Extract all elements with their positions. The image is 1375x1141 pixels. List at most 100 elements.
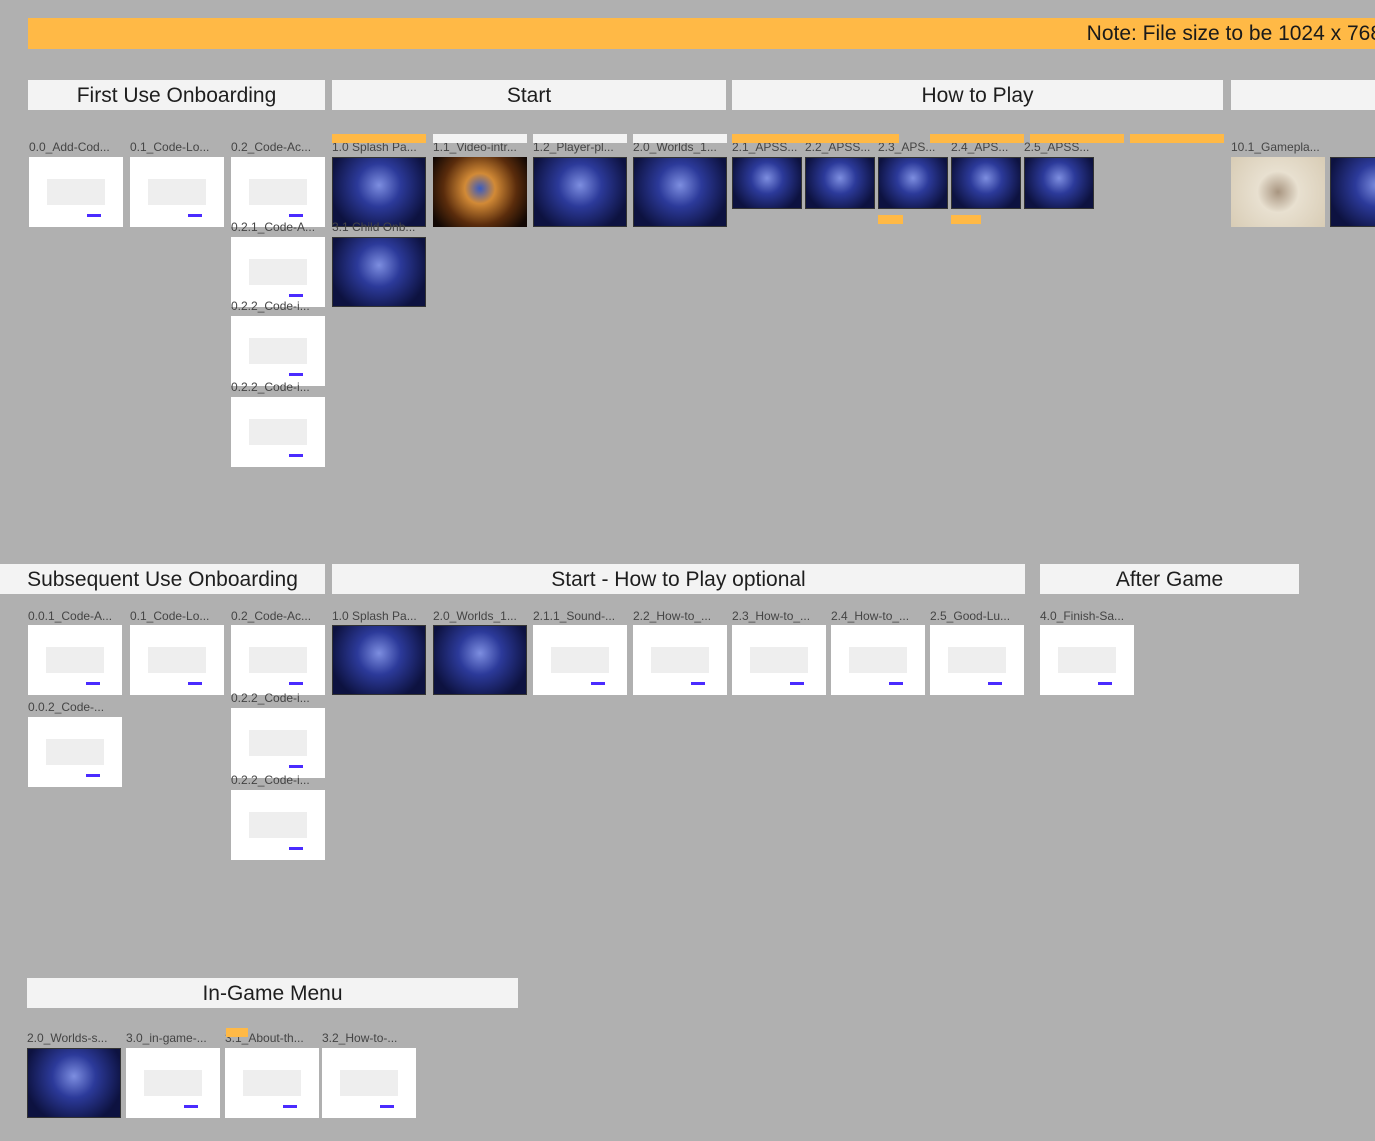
frame-label[interactable]: 2.2_How-to_...	[633, 609, 711, 623]
frame-label[interactable]: 0.2_Code-Ac...	[231, 609, 311, 623]
frame-label[interactable]: 0.0.2_Code-...	[28, 700, 104, 714]
frame-thumbnail[interactable]	[231, 625, 325, 695]
section-header: In-Game Menu	[27, 978, 518, 1008]
sticky-note[interactable]	[805, 134, 899, 143]
primary-button-mock	[86, 682, 100, 685]
frame-thumbnail[interactable]	[126, 1048, 220, 1118]
frame-label[interactable]: 0.1_Code-Lo...	[130, 609, 209, 623]
section-header: How to Play	[732, 80, 1223, 110]
frame-thumbnail[interactable]	[433, 625, 527, 695]
primary-button-mock	[289, 214, 303, 217]
dialog-card	[249, 419, 307, 445]
frame-thumbnail[interactable]	[951, 157, 1021, 209]
primary-button-mock	[889, 682, 903, 685]
frame-label[interactable]: 2.0_Worlds_1...	[433, 609, 517, 623]
sticky-note[interactable]	[1130, 134, 1224, 143]
frame-thumbnail[interactable]	[231, 708, 325, 778]
frame-label[interactable]: 1.0 Splash Pa...	[332, 609, 417, 623]
sticky-note[interactable]	[332, 134, 426, 143]
frame-thumbnail[interactable]	[533, 157, 627, 227]
frame-thumbnail[interactable]	[332, 237, 426, 307]
frame-thumbnail[interactable]	[28, 625, 122, 695]
frame-label[interactable]: 10.1_Gamepla...	[1231, 140, 1320, 154]
dialog-card	[750, 647, 808, 673]
dialog-card	[651, 647, 709, 673]
frame-thumbnail[interactable]	[831, 625, 925, 695]
dialog-card	[340, 1070, 398, 1096]
frame-thumbnail[interactable]	[29, 157, 123, 227]
dialog-card	[46, 739, 104, 765]
frame-thumbnail[interactable]	[1024, 157, 1094, 209]
frame-label[interactable]: 2.0_Worlds-s...	[27, 1031, 107, 1045]
frame-thumbnail[interactable]	[27, 1048, 121, 1118]
frame-thumbnail[interactable]	[633, 625, 727, 695]
section-header: Subsequent Use Onboarding	[0, 564, 325, 594]
frame-label[interactable]: 0.2.2_Code-i...	[231, 691, 310, 705]
sticky-note[interactable]	[533, 134, 627, 143]
sticky-note[interactable]	[633, 134, 727, 143]
frame-thumbnail[interactable]	[533, 625, 627, 695]
frame-label[interactable]: 4.0_Finish-Sa...	[1040, 609, 1124, 623]
frame-thumbnail[interactable]	[231, 397, 325, 467]
primary-button-mock	[188, 214, 202, 217]
frame-thumbnail[interactable]	[231, 157, 325, 227]
primary-button-mock	[289, 454, 303, 457]
frame-label[interactable]: 0.0.1_Code-A...	[28, 609, 112, 623]
dialog-card	[249, 338, 307, 364]
frame-label[interactable]: 2.1.1_Sound-...	[533, 609, 615, 623]
frame-thumbnail[interactable]	[28, 717, 122, 787]
section-header: Start	[332, 80, 726, 110]
frame-thumbnail[interactable]	[732, 157, 802, 209]
frame-thumbnail[interactable]	[130, 625, 224, 695]
frame-label[interactable]: 0.1_Code-Lo...	[130, 140, 209, 154]
frame-thumbnail[interactable]	[633, 157, 727, 227]
dialog-card	[849, 647, 907, 673]
frame-thumbnail[interactable]	[878, 157, 948, 209]
sticky-note[interactable]	[951, 215, 981, 224]
frame-thumbnail[interactable]	[231, 237, 325, 307]
frame-thumbnail[interactable]	[332, 157, 426, 227]
frame-label[interactable]: 3.2_How-to-...	[322, 1031, 397, 1045]
dialog-card	[249, 647, 307, 673]
frame-label[interactable]: 2.5_Good-Lu...	[930, 609, 1010, 623]
dialog-card	[551, 647, 609, 673]
frame-label[interactable]: 0.2.1_Code-A...	[231, 220, 315, 234]
sticky-note[interactable]	[433, 134, 527, 143]
frame-label[interactable]: 0.2.2_Code-i...	[231, 773, 310, 787]
frame-thumbnail[interactable]	[732, 625, 826, 695]
frame-label[interactable]: 0.2.2_Code-i...	[231, 299, 310, 313]
primary-button-mock	[289, 847, 303, 850]
frame-thumbnail[interactable]	[130, 157, 224, 227]
frame-thumbnail[interactable]	[930, 625, 1024, 695]
frame-label[interactable]: 2.3_How-to_...	[732, 609, 810, 623]
primary-button-mock	[289, 294, 303, 297]
frame-thumbnail[interactable]	[1040, 625, 1134, 695]
dialog-card	[148, 647, 206, 673]
frame-label[interactable]: 0.2_Code-Ac...	[231, 140, 311, 154]
dialog-card	[47, 179, 105, 205]
frame-label[interactable]: 3.1 Child Onb...	[332, 220, 415, 234]
frame-thumbnail[interactable]	[322, 1048, 416, 1118]
sticky-note[interactable]	[1030, 134, 1124, 143]
frame-thumbnail[interactable]	[805, 157, 875, 209]
frame-label[interactable]: 0.0_Add-Cod...	[29, 140, 110, 154]
sticky-note[interactable]	[878, 215, 903, 224]
frame-label[interactable]: 0.2.2_Code-i...	[231, 380, 310, 394]
primary-button-mock	[289, 373, 303, 376]
frame-thumbnail[interactable]	[1231, 157, 1325, 227]
primary-button-mock	[591, 682, 605, 685]
frame-thumbnail[interactable]	[332, 625, 426, 695]
sticky-note[interactable]	[226, 1028, 248, 1037]
frame-label[interactable]: 3.0_in-game-...	[126, 1031, 207, 1045]
dialog-card	[249, 812, 307, 838]
dialog-card	[243, 1070, 301, 1096]
frame-label[interactable]: 2.4_How-to_...	[831, 609, 909, 623]
frame-thumbnail[interactable]	[1330, 157, 1375, 227]
frame-thumbnail[interactable]	[231, 790, 325, 860]
sticky-note[interactable]	[930, 134, 1024, 143]
section-header: First Use Onboarding	[28, 80, 325, 110]
frame-thumbnail[interactable]	[231, 316, 325, 386]
frame-thumbnail[interactable]	[433, 157, 527, 227]
frame-thumbnail[interactable]	[225, 1048, 319, 1118]
primary-button-mock	[691, 682, 705, 685]
